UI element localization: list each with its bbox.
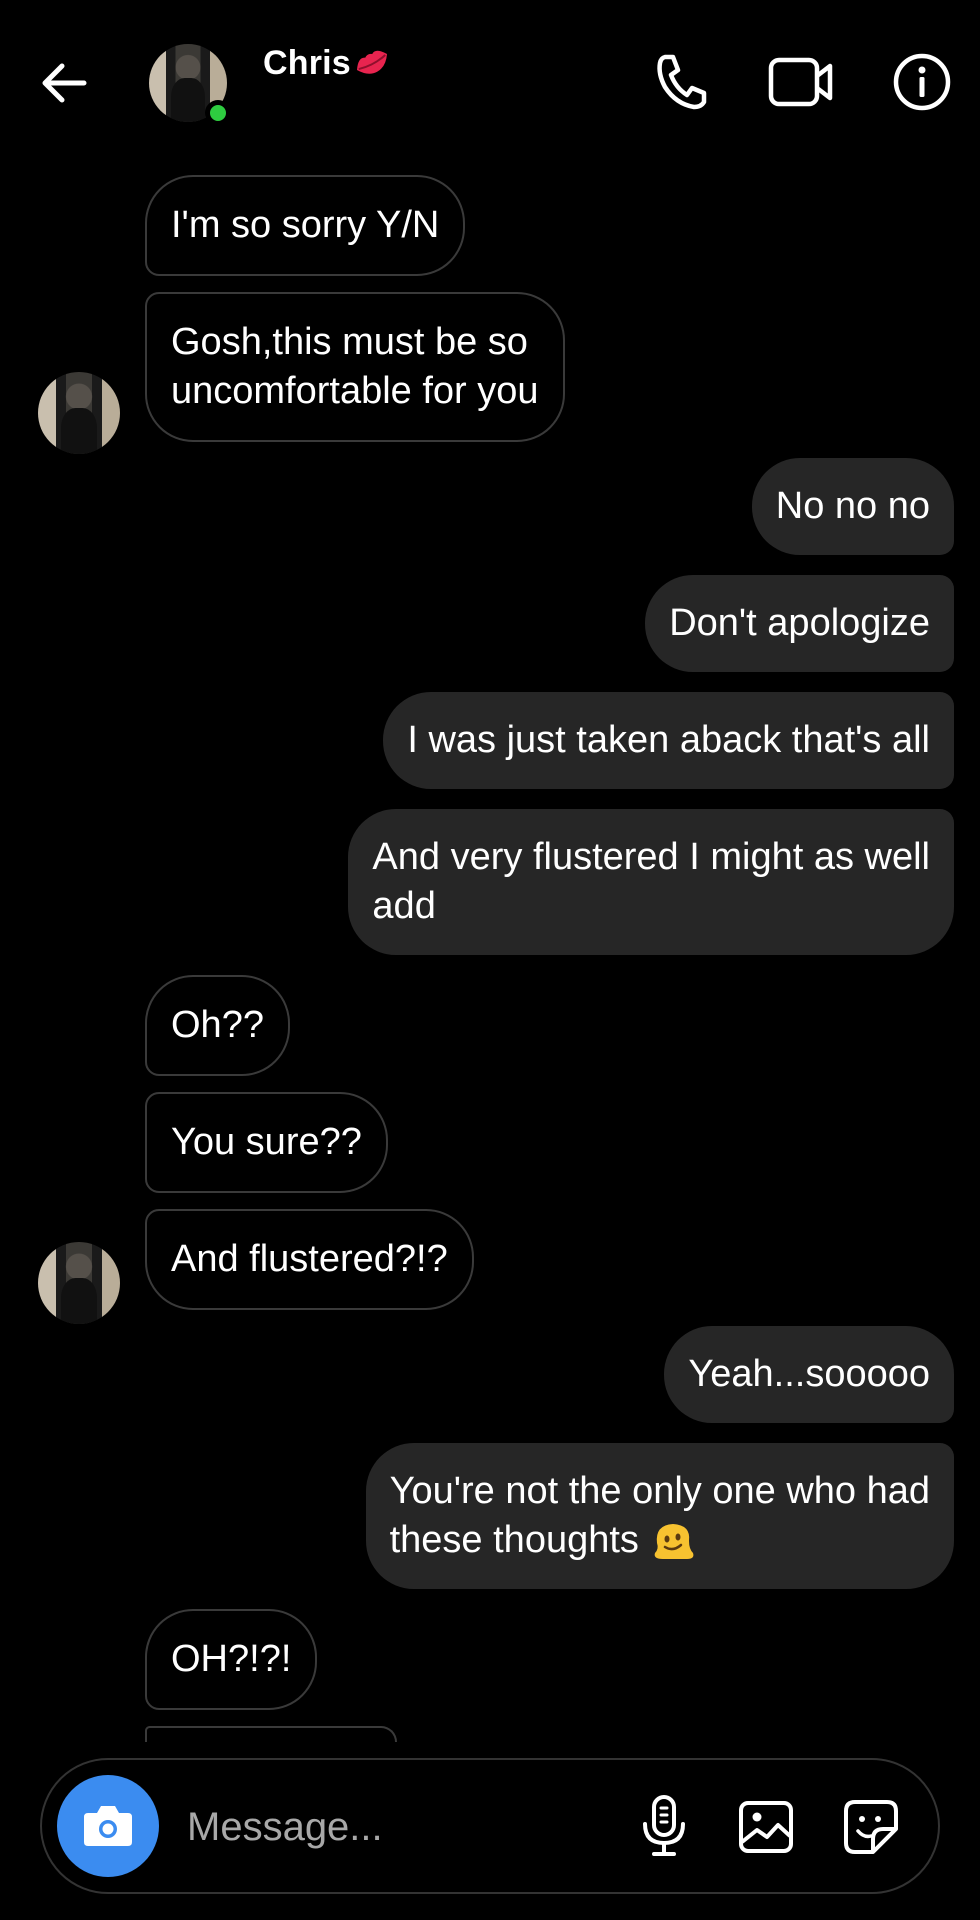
outgoing-message[interactable]: No no no bbox=[751, 458, 954, 555]
outgoing-message[interactable]: I was just taken aback that's all bbox=[383, 692, 954, 789]
message-composer bbox=[40, 1758, 940, 1894]
message-text: No no no bbox=[775, 485, 930, 527]
message-text-line: And very flustered I might as well bbox=[372, 836, 930, 878]
message-text: I'm so sorry Y/N bbox=[171, 204, 440, 246]
incoming-message[interactable]: OH?!?! bbox=[145, 1609, 318, 1710]
contact-avatar[interactable] bbox=[149, 44, 231, 126]
outgoing-message[interactable]: You're not the only one who had these th… bbox=[365, 1443, 954, 1589]
online-status-indicator bbox=[205, 100, 231, 126]
message-input[interactable] bbox=[185, 1796, 649, 1858]
incoming-message[interactable]: Gosh,this must be so uncomfortable for y… bbox=[145, 292, 565, 442]
message-text: Yeah...sooooo bbox=[688, 1353, 930, 1395]
incoming-message[interactable]: You sure?? bbox=[145, 1092, 388, 1193]
message-text: You sure?? bbox=[171, 1121, 362, 1163]
lips-kiss-mark-icon bbox=[352, 42, 392, 82]
microphone-icon[interactable] bbox=[639, 1794, 689, 1858]
avatar bbox=[38, 372, 120, 454]
phone-icon[interactable] bbox=[654, 52, 708, 112]
back-arrow-icon[interactable] bbox=[38, 58, 92, 108]
message-text-line: Gosh,this must be so bbox=[171, 321, 528, 363]
message-text-line-wrap: these thoughts bbox=[390, 1516, 930, 1565]
partial-message-bubble bbox=[145, 1726, 397, 1742]
sender-avatar[interactable] bbox=[38, 372, 120, 454]
message-text: And flustered?!? bbox=[171, 1238, 448, 1280]
gallery-icon[interactable] bbox=[738, 1800, 794, 1854]
message-text: I was just taken aback that's all bbox=[407, 719, 930, 761]
camera-button[interactable] bbox=[57, 1775, 159, 1877]
outgoing-message[interactable]: Yeah...sooooo bbox=[664, 1326, 954, 1423]
incoming-message[interactable]: I'm so sorry Y/N bbox=[145, 175, 466, 276]
message-text: OH?!?! bbox=[171, 1638, 292, 1680]
outgoing-message[interactable]: Don't apologize bbox=[645, 575, 954, 672]
sticker-icon[interactable] bbox=[843, 1799, 899, 1855]
incoming-message[interactable]: And flustered?!? bbox=[145, 1209, 474, 1310]
camera-icon bbox=[84, 1806, 132, 1846]
outgoing-message[interactable]: And very flustered I might as well add bbox=[348, 809, 954, 955]
sender-avatar[interactable] bbox=[38, 1242, 120, 1324]
message-text-line: add bbox=[372, 885, 436, 927]
video-camera-icon[interactable] bbox=[768, 56, 834, 108]
message-text-line: You're not the only one who had bbox=[389, 1470, 930, 1512]
incoming-message[interactable]: Oh?? bbox=[145, 975, 290, 1076]
message-text-line: these thoughts bbox=[389, 1519, 639, 1561]
contact-name[interactable]: Chris bbox=[263, 44, 351, 83]
message-text-line: uncomfortable for you bbox=[171, 370, 539, 412]
melting-face-icon bbox=[651, 1519, 695, 1563]
chat-header: Chris bbox=[0, 0, 980, 165]
info-icon[interactable] bbox=[893, 53, 951, 111]
message-text: Oh?? bbox=[171, 1004, 264, 1046]
avatar bbox=[38, 1242, 120, 1324]
message-text: Don't apologize bbox=[669, 602, 930, 644]
